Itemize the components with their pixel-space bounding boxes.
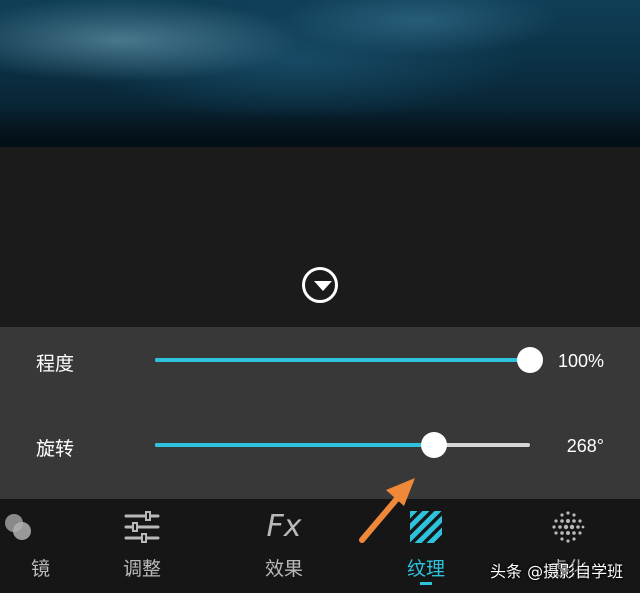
tool-effects[interactable]: Fx 效果 [224,499,344,593]
active-indicator [420,582,432,585]
intensity-slider-fill [155,358,530,362]
adjust-sliders-icon [124,511,160,543]
rotation-slider[interactable] [155,432,530,458]
tool-effects-label: 效果 [264,558,303,580]
texture-stripes-icon [410,511,442,543]
intensity-label: 程度 [36,353,75,375]
texture-settings-panel: 程度 100% 旋转 268° [0,327,640,499]
tool-adjust[interactable]: 调整 [82,499,202,593]
rotation-slider-fill [155,443,434,447]
blur-dots-icon [552,511,585,543]
photo-preview [0,0,640,147]
intensity-slider[interactable] [155,347,543,373]
fx-icon: Fx [266,509,302,544]
intensity-value: 100% [557,351,604,371]
tool-filter-label: 镜 [30,558,50,580]
intensity-slider-thumb[interactable] [517,347,543,373]
tool-adjust-label: 调整 [122,558,161,580]
rotation-slider-thumb[interactable] [421,432,447,458]
collapse-panel-button[interactable] [302,267,338,303]
tool-texture[interactable]: 纹理 [366,499,486,593]
filter-circles-icon [5,514,31,540]
chevron-down-icon [314,281,332,291]
watermark: 头条 @摄影自学班 [490,562,624,581]
rotation-value: 268° [566,436,604,456]
tool-texture-label: 纹理 [406,558,445,580]
rotation-label: 旋转 [36,438,75,460]
tool-filter[interactable]: 镜 [0,499,78,593]
